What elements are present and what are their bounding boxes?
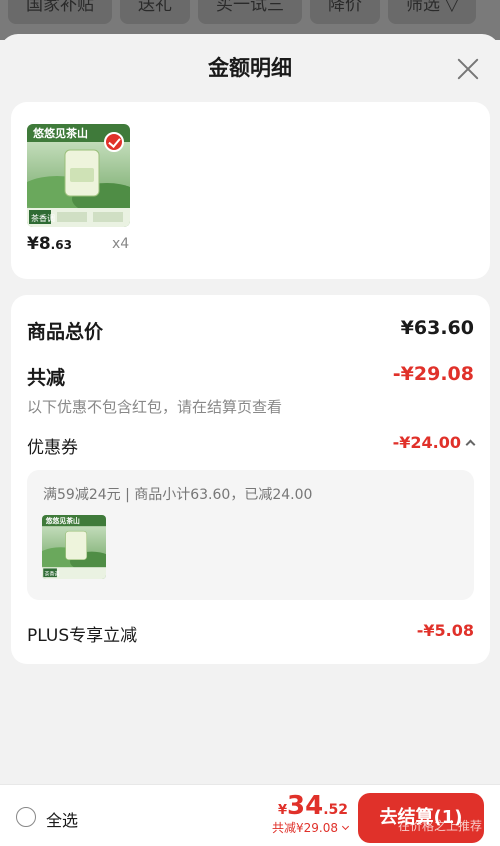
price-decimal: .63	[50, 238, 72, 252]
total-decimal: .52	[323, 802, 348, 818]
product-quantity: x4	[112, 236, 130, 252]
filter-chip-filter: 筛选 ▽	[388, 0, 477, 24]
coupon-amount: -¥24.00	[392, 433, 461, 452]
coupon-product-image: 悠悠见茶山 茶香调	[42, 515, 106, 579]
total-price-value: ¥63.60	[400, 317, 474, 339]
checkout-button[interactable]: 去结算(1)	[358, 793, 484, 843]
checkout-bar: 全选 ¥34.52 共减¥29.08 去结算(1) 在价格之上推荐	[0, 784, 500, 846]
filter-chip-trial: 买一试三	[198, 0, 302, 24]
total-payable: ¥34.52	[272, 791, 348, 821]
price-integer: ¥8	[27, 234, 51, 254]
selected-check-icon[interactable]	[104, 132, 124, 152]
plus-discount-row: PLUS专享立减 -¥5.08	[27, 621, 474, 646]
plus-discount-label: PLUS专享立减	[27, 626, 138, 646]
product-image[interactable]: 悠悠见茶山 茶香调	[27, 124, 130, 227]
sheet-header: 金额明细	[0, 34, 500, 104]
total-discount-summary[interactable]: 共减¥29.08	[272, 819, 350, 836]
total-price-row: 商品总价 ¥63.60	[27, 317, 474, 344]
total-discount-text: 共减¥29.08	[272, 821, 338, 835]
chevron-up-icon	[465, 439, 476, 450]
tea-product-illustration-small: 悠悠见茶山 茶香调	[42, 515, 106, 579]
total-integer: 34	[287, 791, 324, 821]
coupon-detail-box: 满59减24元 | 商品小计63.60，已减24.00 悠悠见茶山 茶香调	[27, 470, 474, 600]
discount-value: -¥29.08	[392, 363, 474, 385]
select-all-radio[interactable]	[16, 807, 36, 827]
coupon-description: 满59减24元 | 商品小计63.60，已减24.00	[43, 487, 313, 503]
filter-chip-price-drop: 降价	[310, 0, 380, 24]
svg-text:茶香调: 茶香调	[31, 213, 55, 223]
discount-note: 以下优惠不包含红包，请在结算页查看	[27, 398, 283, 416]
coupon-row[interactable]: 优惠券 -¥24.00	[27, 433, 476, 458]
plus-discount-value: -¥5.08	[416, 621, 474, 640]
amount-detail-sheet: 金额明细 悠悠见茶山 茶香调 ¥8.63 x4 商品总价 ¥63.60 共减 -…	[0, 34, 500, 846]
coupon-value[interactable]: -¥24.00	[392, 433, 476, 452]
svg-text:悠悠见茶山: 悠悠见茶山	[45, 516, 80, 525]
total-amount[interactable]: ¥34.52 共减¥29.08	[272, 791, 350, 836]
currency-symbol: ¥	[277, 803, 287, 818]
svg-text:悠悠见茶山: 悠悠见茶山	[32, 126, 88, 140]
close-icon[interactable]	[456, 57, 480, 81]
product-card: 悠悠见茶山 茶香调 ¥8.63 x4	[11, 102, 490, 279]
filter-chip-gift: 送礼	[120, 0, 190, 24]
filter-chip-subsidy: 国家补贴	[8, 0, 112, 24]
svg-text:茶香调: 茶香调	[44, 570, 59, 577]
chevron-down-icon	[341, 822, 350, 831]
price-detail-card: 商品总价 ¥63.60 共减 -¥29.08 以下优惠不包含红包，请在结算页查看…	[11, 295, 490, 664]
discount-row: 共减 -¥29.08 以下优惠不包含红包，请在结算页查看	[27, 363, 474, 417]
product-unit-price: ¥8.63	[27, 234, 72, 254]
sheet-title: 金额明细	[208, 56, 292, 80]
select-all-label[interactable]: 全选	[46, 807, 78, 831]
